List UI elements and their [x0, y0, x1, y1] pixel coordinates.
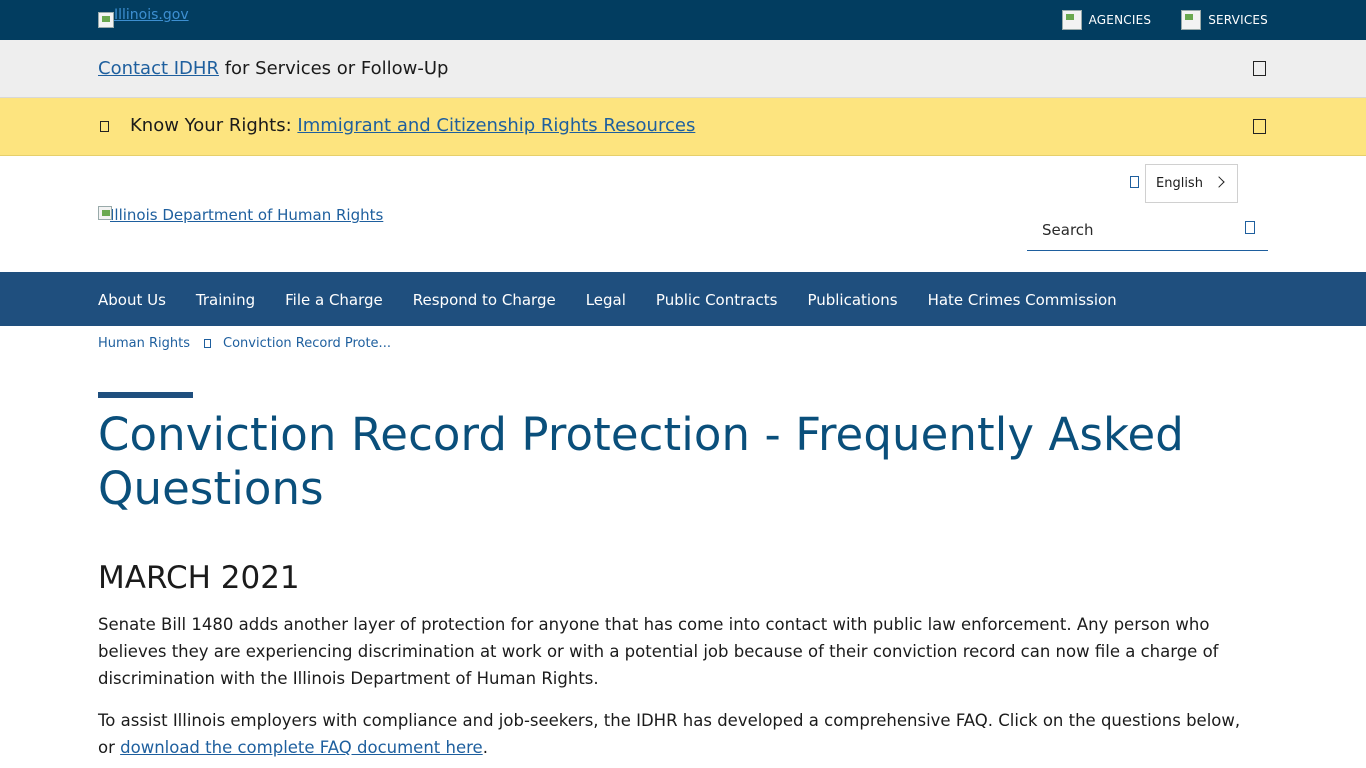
nav-item-legal[interactable]: Legal: [586, 291, 626, 309]
search-icon[interactable]: [1245, 221, 1255, 234]
faq-paragraph: To assist Illinois employers with compli…: [98, 707, 1258, 761]
contact-idhr-link[interactable]: Contact IDHR: [98, 58, 219, 79]
nav-item-publications[interactable]: Publications: [807, 291, 897, 309]
chevron-right-icon: [1213, 176, 1225, 188]
agencies-label: AGENCIES: [1088, 13, 1152, 27]
alert-banner: Know Your Rights: Immigrant and Citizens…: [0, 98, 1366, 156]
download-faq-link[interactable]: download the complete FAQ document here: [120, 738, 483, 757]
search-input[interactable]: [1027, 212, 1227, 248]
nav-item-training[interactable]: Training: [196, 291, 255, 309]
intro-paragraph: Senate Bill 1480 adds another layer of p…: [98, 615, 1219, 688]
agencies-icon: [1061, 10, 1082, 30]
broken-image-icon: [98, 206, 112, 220]
main-navigation: About Us Training File a Charge Respond …: [0, 272, 1366, 326]
globe-icon: [1130, 176, 1139, 188]
services-icon: [1181, 10, 1202, 30]
state-header-bar: Illinois.gov AGENCIES SERVICES: [0, 0, 1366, 40]
alert-banner-text: Know Your Rights: Immigrant and Citizens…: [130, 115, 695, 136]
idhr-logo[interactable]: Illinois Department of Human Rights: [98, 206, 383, 224]
idhr-logo-link[interactable]: Illinois Department of Human Rights: [110, 206, 383, 224]
illinois-gov-logo-link[interactable]: Illinois.gov: [114, 8, 189, 22]
illinois-gov-logo[interactable]: Illinois.gov: [98, 8, 189, 28]
alert-prefix: Know Your Rights:: [130, 115, 298, 136]
nav-item-about-us[interactable]: About Us: [98, 291, 166, 309]
state-links: AGENCIES SERVICES: [1061, 10, 1268, 30]
site-header: Illinois Department of Human Rights Engl…: [0, 156, 1366, 272]
nav-item-respond-to-charge[interactable]: Respond to Charge: [413, 291, 556, 309]
close-icon[interactable]: [1253, 61, 1266, 76]
breadcrumb-home[interactable]: Human Rights: [98, 336, 190, 351]
nav-item-public-contracts[interactable]: Public Contracts: [656, 291, 778, 309]
info-icon: [100, 121, 109, 132]
section-heading: MARCH 2021: [98, 560, 300, 596]
language-selected: English: [1156, 176, 1203, 191]
title-accent-rule: [98, 392, 193, 398]
nav-item-file-a-charge[interactable]: File a Charge: [285, 291, 383, 309]
breadcrumb-current[interactable]: Conviction Record Prote...: [223, 336, 391, 351]
contact-banner: Contact IDHR for Services or Follow-Up: [0, 40, 1366, 98]
nav-item-hate-crimes-commission[interactable]: Hate Crimes Commission: [928, 291, 1117, 309]
immigrant-rights-link[interactable]: Immigrant and Citizenship Rights Resourc…: [297, 115, 695, 136]
broken-image-icon: [98, 12, 114, 28]
faq-paragraph-end: .: [482, 738, 488, 757]
services-label: SERVICES: [1208, 13, 1268, 27]
breadcrumb: Human Rights Conviction Record Prote...: [98, 336, 391, 351]
language-select[interactable]: English: [1145, 164, 1238, 203]
chevron-right-icon: [204, 339, 212, 348]
close-icon[interactable]: [1253, 119, 1266, 134]
agencies-link[interactable]: AGENCIES: [1061, 10, 1152, 30]
services-link[interactable]: SERVICES: [1181, 10, 1268, 30]
search-box: [1027, 212, 1268, 251]
page-title: Conviction Record Protection - Frequentl…: [98, 408, 1184, 515]
contact-banner-text: Contact IDHR for Services or Follow-Up: [98, 58, 448, 79]
contact-banner-suffix: for Services or Follow-Up: [218, 58, 449, 79]
